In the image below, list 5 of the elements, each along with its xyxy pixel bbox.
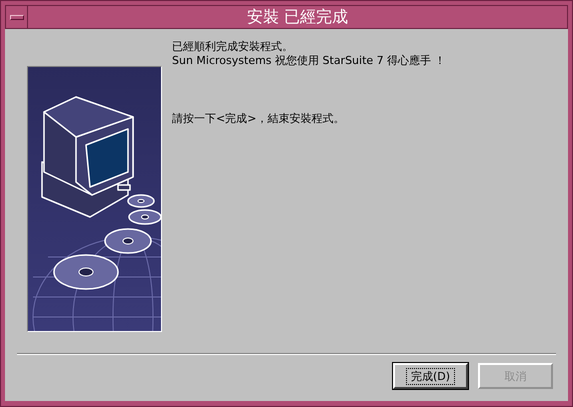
message-text: 已經順利完成安裝程式。 [172, 40, 294, 54]
window-title: 安裝 已經完成 [246, 6, 350, 28]
instruction-text: 請按一下<完成>，結束安裝程式。 [172, 112, 346, 126]
message-text: Sun Microsystems 祝您使用 StarSuite 7 得心應手 ！ [172, 54, 446, 68]
finish-button[interactable]: 完成(D) [393, 363, 468, 389]
